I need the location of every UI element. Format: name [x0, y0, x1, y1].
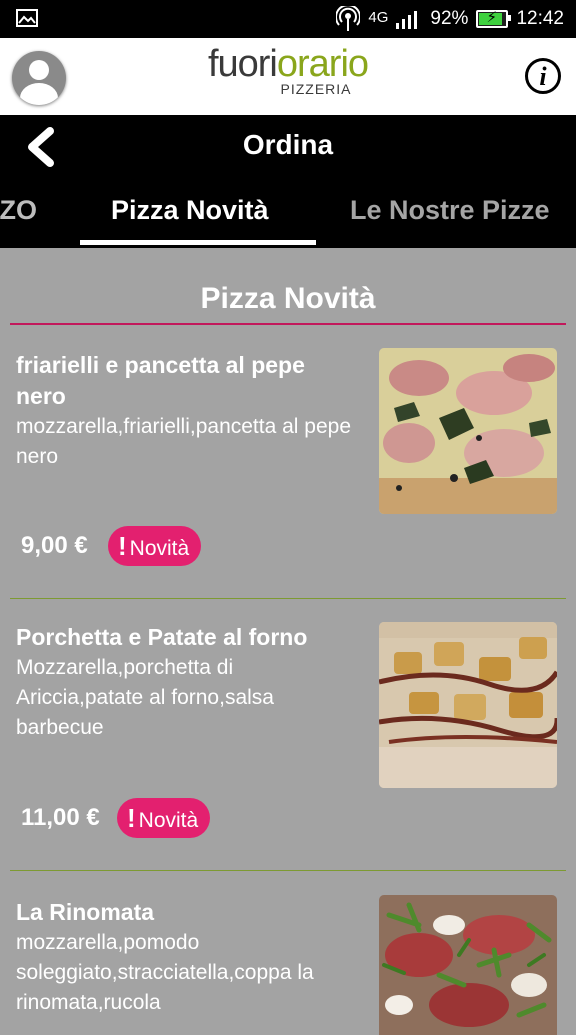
- item-divider: [10, 598, 566, 599]
- product-description: mozzarella,pomodo soleggiato,stracciatel…: [16, 931, 314, 1014]
- nav-bar: Ordina IZO Pizza Novità Le Nostre Pizze: [0, 115, 576, 248]
- signal-icon: [396, 11, 418, 29]
- logo-text-part2: orario: [276, 43, 369, 85]
- pizza-image: [379, 622, 557, 788]
- clock: 12:42: [516, 8, 564, 29]
- gallery-notification-icon: [16, 9, 38, 27]
- tab-pizza-novita[interactable]: Pizza Novità: [111, 195, 269, 226]
- info-button[interactable]: i: [525, 58, 561, 94]
- product-description: mozzarella,friarielli,pancetta al pepe n…: [16, 415, 352, 468]
- pizza-image: [379, 895, 557, 1035]
- page-title: Ordina: [242, 129, 334, 160]
- novita-badge: ! Novità: [108, 526, 202, 566]
- battery-percent: 92%: [430, 8, 469, 29]
- exclamation-icon: !: [118, 531, 127, 561]
- product-photo: [379, 348, 557, 514]
- item-divider: [10, 870, 566, 871]
- product-item[interactable]: Porchetta e Patate al forno Mozzarella,p…: [0, 612, 576, 870]
- product-price: 9,00 €: [21, 532, 88, 559]
- hotspot-icon: [336, 6, 361, 31]
- product-item[interactable]: friarielli e pancetta al pepe nero mozza…: [0, 340, 576, 598]
- tab-le-nostre-pizze[interactable]: Le Nostre Pizze: [350, 195, 550, 226]
- product-photo: [379, 622, 557, 788]
- pizza-image: [379, 348, 557, 514]
- product-description: Mozzarella,porchetta di Ariccia,patate a…: [16, 656, 274, 739]
- product-name: Porchetta e Patate al forno: [16, 624, 308, 650]
- exclamation-icon: !: [127, 803, 136, 833]
- info-icon: i: [539, 62, 547, 91]
- product-price: 11,00 €: [21, 804, 100, 831]
- section-divider: [10, 323, 566, 325]
- logo-text-part1: fuori: [207, 43, 278, 85]
- badge-label: Novità: [138, 809, 199, 832]
- product-item[interactable]: La Rinomata mozzarella,pomodo soleggiato…: [0, 885, 576, 1035]
- badge-label: Novità: [129, 537, 190, 560]
- novita-badge: ! Novità: [117, 798, 211, 838]
- product-name: La Rinomata: [16, 899, 155, 925]
- active-tab-indicator: [80, 240, 316, 245]
- section-title: Pizza Novità: [200, 282, 376, 315]
- network-type: 4G: [368, 8, 389, 26]
- app-header: fuoriorario PIZZERIA i: [0, 38, 576, 115]
- product-name: friarielli e pancetta al pepe nero: [16, 352, 305, 409]
- product-photo: [379, 895, 557, 1035]
- logo-subtitle: PIZZERIA: [280, 81, 352, 97]
- status-bar: 4G 92% ⚡ 12:42: [0, 0, 576, 38]
- battery-icon: ⚡: [476, 9, 512, 28]
- tab-previous-category[interactable]: IZO: [0, 195, 37, 226]
- fuorioriario-logo: fuoriorario PIZZERIA: [0, 44, 576, 97]
